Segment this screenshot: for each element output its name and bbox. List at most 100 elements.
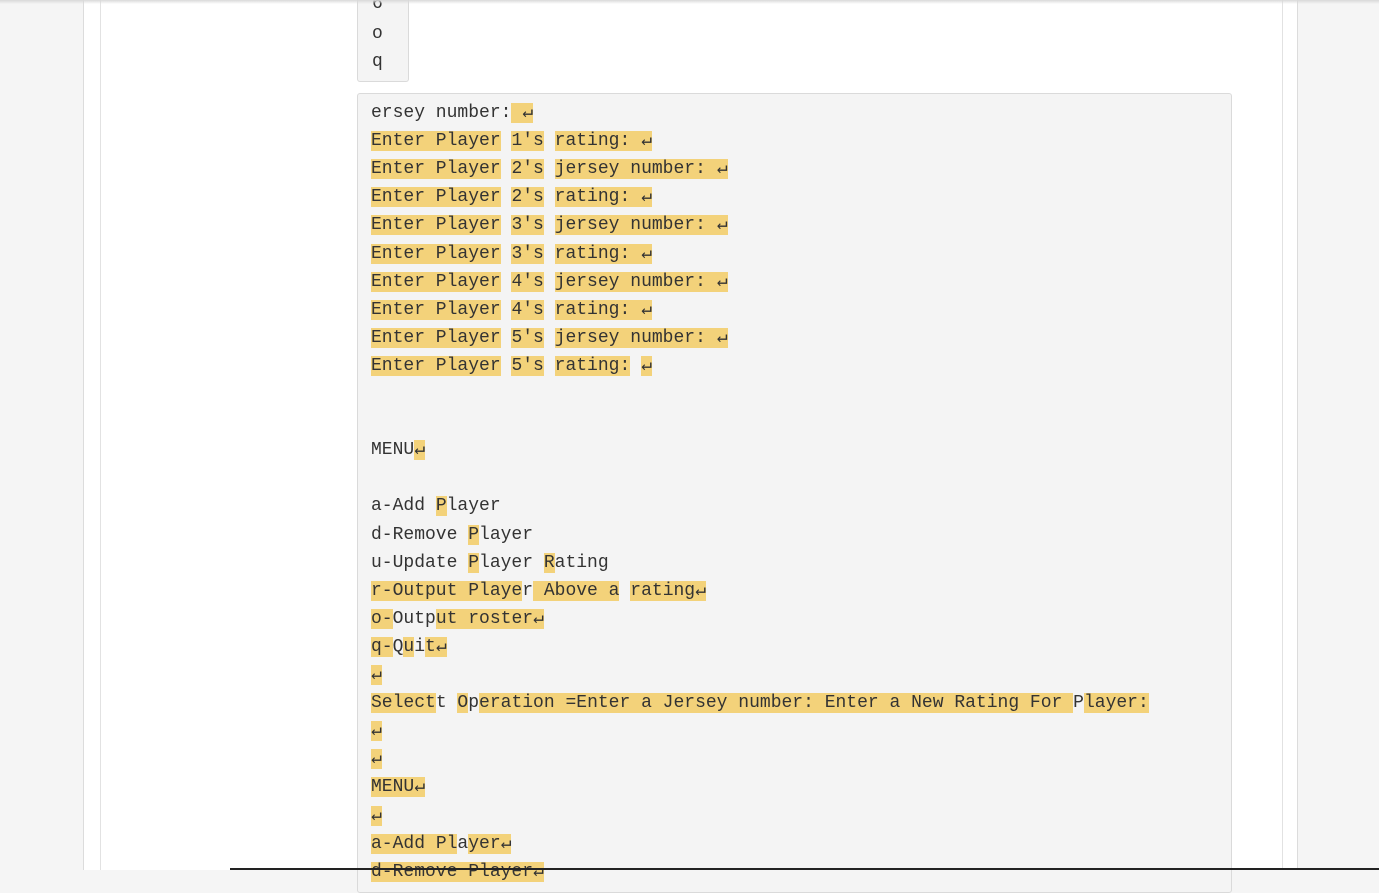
output-line: Enter Player 4's rating: ↵: [371, 296, 652, 324]
diff-highlight: ut roster↵: [435, 608, 544, 629]
diff-highlight: R: [543, 552, 555, 573]
diff-highlight: q-: [371, 636, 393, 657]
diff-highlight: Enter Player: [371, 271, 501, 292]
diff-highlight: Enter Player: [371, 327, 501, 348]
diff-highlight: ↵: [630, 243, 652, 264]
diff-highlight: t↵: [425, 636, 447, 657]
output-text: layer: [446, 496, 501, 517]
expected-output-line: o: [372, 24, 383, 44]
diff-highlight: 1's: [511, 131, 544, 152]
diff-highlight: 5's: [511, 355, 544, 376]
diff-highlight: 5's: [511, 327, 544, 348]
diff-highlight: P: [468, 524, 480, 545]
output-line: d-Remove Player↵: [371, 858, 544, 886]
expected-output-box: 6 o q: [357, 0, 409, 82]
output-text: a-Add: [371, 496, 436, 517]
diff-highlight: ↵: [705, 271, 728, 292]
output-line: Enter Player 2's jersey number: ↵: [371, 155, 728, 183]
output-line: Enter Player 4's jersey number: ↵: [371, 268, 728, 296]
diff-highlight: O: [457, 693, 469, 714]
diff-highlight: 3's: [511, 243, 544, 264]
output-line: r-Output Player Above a rating↵: [371, 577, 706, 605]
output-line: ↵: [371, 717, 382, 745]
output-line: ↵: [371, 802, 382, 830]
diff-highlight: rating:: [554, 131, 631, 152]
output-text: ersey number:: [371, 103, 512, 123]
output-line: Enter Player 2's rating: ↵: [371, 183, 652, 211]
diff-highlight: rating:: [554, 187, 631, 208]
diff-highlight: Enter Player: [371, 215, 501, 236]
diff-highlight: Pl: [435, 833, 458, 854]
output-text: t: [435, 693, 458, 714]
diff-highlight: Above: [533, 580, 609, 601]
diff-highlight: ↵: [371, 749, 382, 770]
output-text: d-Remove: [371, 524, 469, 545]
diff-highlight: ↵: [414, 440, 426, 461]
diff-highlight: ↵: [371, 805, 382, 826]
output-line: Enter Player 5's rating: ↵: [371, 352, 652, 380]
diff-highlight: u: [403, 636, 415, 657]
diff-highlight: ↵: [641, 355, 652, 376]
diff-highlight: jersey number:: [554, 271, 706, 292]
diff-highlight: jersey number:: [554, 215, 706, 236]
output-text: ating: [554, 552, 609, 573]
output-line: Enter Player 3's jersey number: ↵: [371, 211, 728, 239]
output-line: MENU↵: [371, 773, 426, 801]
diff-highlight: a-Add: [371, 833, 436, 854]
output-line: MENU↵: [371, 436, 426, 464]
actual-output-box: ersey number: ↵ Enter Player 1's rating: …: [357, 93, 1232, 893]
output-line: a-Add Player: [371, 492, 501, 520]
expected-output-line: q: [372, 52, 383, 72]
diff-highlight: o-: [371, 608, 393, 629]
output-line: Selectt Operation =Enter a Jersey number…: [371, 689, 1149, 717]
diff-highlight: layer: [1083, 693, 1138, 714]
diff-highlight: Enter Player: [371, 243, 501, 264]
top-shadow: [0, 0, 1379, 4]
output-line: Enter Player 5's jersey number: ↵: [371, 324, 728, 352]
diff-highlight: Enter Player: [371, 355, 501, 376]
output-text: i: [414, 636, 426, 657]
diff-highlight: Enter Player: [371, 131, 501, 152]
diff-highlight: MENU↵: [371, 777, 426, 798]
diff-highlight: jersey number:: [554, 159, 706, 180]
output-line: u-Update Player Rating: [371, 549, 609, 577]
diff-highlight: a: [608, 580, 620, 601]
diff-highlight: Enter Player: [371, 299, 501, 320]
output-text: r: [522, 580, 534, 601]
diff-highlight: :: [1137, 693, 1149, 714]
output-line: q-Quit↵: [371, 633, 447, 661]
diff-highlight: rating:: [554, 243, 631, 264]
output-line: a-Add Player↵: [371, 830, 512, 858]
output-text: a: [457, 833, 469, 854]
output-line: ersey number: ↵: [371, 99, 534, 127]
diff-highlight: eration =Enter a Jersey number: Enter a …: [479, 693, 1074, 714]
output-line: ↵: [371, 745, 382, 773]
diff-highlight: Select: [371, 693, 436, 714]
diff-highlight: P: [435, 496, 447, 517]
diff-highlight: 2's: [511, 187, 544, 208]
diff-highlight: ↵: [705, 215, 728, 236]
output-line: Enter Player 3's rating: ↵: [371, 240, 652, 268]
diff-highlight: d-Remove Player↵: [371, 861, 544, 882]
diff-highlight: ↵: [630, 299, 652, 320]
diff-highlight: Enter Player: [371, 187, 501, 208]
diff-highlight: Enter Player: [371, 159, 501, 180]
output-text: u-Update: [371, 552, 469, 573]
diff-highlight: rating:: [554, 355, 631, 376]
output-line: o-Output roster↵: [371, 605, 544, 633]
diff-highlight: jersey number:: [554, 327, 706, 348]
output-line: ↵: [371, 661, 382, 689]
